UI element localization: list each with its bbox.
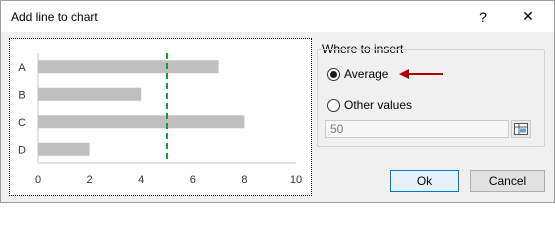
category-label-a: A (18, 62, 26, 74)
dialog-window: Add line to chart ? ✕ A B C D 0 2 4 6 8 10 Where … (0, 0, 555, 203)
other-values-radio-indicator[interactable] (327, 98, 340, 112)
category-label-c: C (18, 117, 26, 129)
average-radio-label: Average (344, 67, 389, 81)
x-tick-label-6: 6 (190, 174, 196, 186)
bar-chart: A B C D 0 2 4 6 8 10 (18, 53, 302, 186)
category-label-d: D (18, 144, 26, 156)
x-tick-label-2: 2 (87, 174, 93, 186)
bar-c (38, 115, 245, 129)
category-label-b: B (18, 89, 25, 101)
other-value-input[interactable] (325, 120, 509, 138)
dialog-title: Add line to chart (11, 10, 98, 24)
average-radio[interactable]: Average (327, 67, 388, 81)
x-tick-label-0: 0 (35, 174, 41, 186)
title-bar: Add line to chart ? ✕ (1, 1, 554, 32)
x-tick-label-4: 4 (138, 174, 144, 186)
chart-preview: A B C D 0 2 4 6 8 10 (9, 38, 312, 196)
x-tick-label-8: 8 (241, 174, 247, 186)
range-select-button[interactable] (511, 120, 531, 138)
bar-d (38, 142, 90, 156)
other-values-radio-label: Other values (344, 98, 413, 112)
close-button[interactable]: ✕ (506, 1, 550, 32)
cancel-button[interactable]: Cancel (470, 170, 545, 192)
annotation-arrow-icon (399, 69, 443, 79)
range-select-icon (514, 123, 528, 135)
help-button[interactable]: ? (461, 1, 505, 32)
other-values-radio[interactable]: Other values (327, 98, 412, 112)
average-radio-indicator[interactable] (327, 67, 340, 81)
x-tick-label-10: 10 (290, 174, 302, 186)
bar-a (38, 60, 219, 74)
bar-b (38, 87, 142, 101)
ok-button[interactable]: Ok (390, 170, 459, 192)
